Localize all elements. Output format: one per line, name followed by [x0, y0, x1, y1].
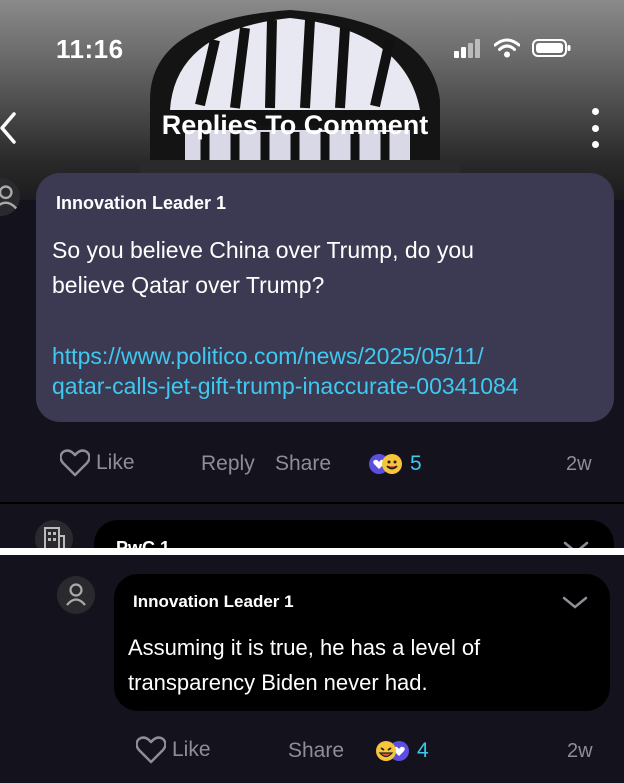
reply-button[interactable]: Reply — [201, 452, 255, 476]
wifi-icon — [494, 38, 520, 58]
share-button[interactable]: Share — [288, 739, 344, 763]
heart-icon — [136, 736, 166, 764]
comment-age: 2w — [566, 453, 592, 475]
chevron-down-icon[interactable] — [562, 595, 588, 609]
reactions[interactable]: 4 — [375, 739, 429, 763]
comment-thread-panel: 11:16 Replies To Comment Innovation Lead… — [0, 0, 624, 548]
signal-icon — [454, 39, 480, 58]
comment-link-line-2[interactable]: qatar-calls-jet-gift-trump-inaccurate-00… — [52, 369, 519, 403]
user-icon — [0, 185, 18, 210]
reactions[interactable]: 5 — [368, 452, 422, 476]
heart-icon — [60, 449, 90, 477]
share-button[interactable]: Share — [275, 452, 331, 476]
like-button[interactable]: Like — [60, 449, 135, 477]
status-icons — [454, 38, 572, 58]
building-icon — [44, 527, 65, 548]
avatar[interactable] — [0, 178, 20, 216]
reaction-count: 5 — [410, 452, 422, 475]
reply-text-line-2: transparency Biden never had. — [128, 670, 428, 695]
comment-author[interactable]: Innovation Leader 1 — [56, 193, 226, 214]
more-options-button[interactable] — [588, 108, 602, 148]
reaction-count: 4 — [417, 739, 429, 762]
like-button[interactable]: Like — [136, 736, 211, 764]
avatar[interactable] — [35, 520, 73, 548]
capitol-dome-image — [140, 10, 460, 200]
reply-author[interactable]: Innovation Leader 1 — [133, 592, 294, 612]
divider — [0, 502, 624, 504]
battery-icon — [532, 39, 571, 57]
more-vertical-icon — [591, 108, 599, 115]
status-time: 11:16 — [56, 34, 124, 64]
user-icon — [66, 583, 86, 606]
comment-link-line-1[interactable]: https://www.politico.com/news/2025/05/11… — [52, 339, 484, 373]
reply-author[interactable]: PwC 1 — [116, 538, 170, 548]
reply-thread-panel: Innovation Leader 1 Assuming it is true,… — [0, 555, 624, 783]
reaction-emoji-icon — [376, 741, 409, 761]
avatar[interactable] — [57, 576, 95, 614]
chevron-down-icon[interactable] — [563, 540, 589, 548]
reply-age: 2w — [567, 740, 593, 762]
like-label: Like — [172, 738, 211, 761]
page-title: Replies To Comment — [161, 110, 429, 140]
reply-card — [94, 520, 614, 548]
like-label: Like — [96, 451, 135, 474]
reply-text-line-1: Assuming it is true, he has a level of — [128, 635, 481, 660]
separator — [0, 548, 624, 555]
comment-text-line-1: So you believe China over Trump, do you — [52, 237, 474, 263]
reaction-emoji-icon — [369, 454, 402, 474]
comment-text-line-2: believe Qatar over Trump? — [52, 272, 325, 298]
